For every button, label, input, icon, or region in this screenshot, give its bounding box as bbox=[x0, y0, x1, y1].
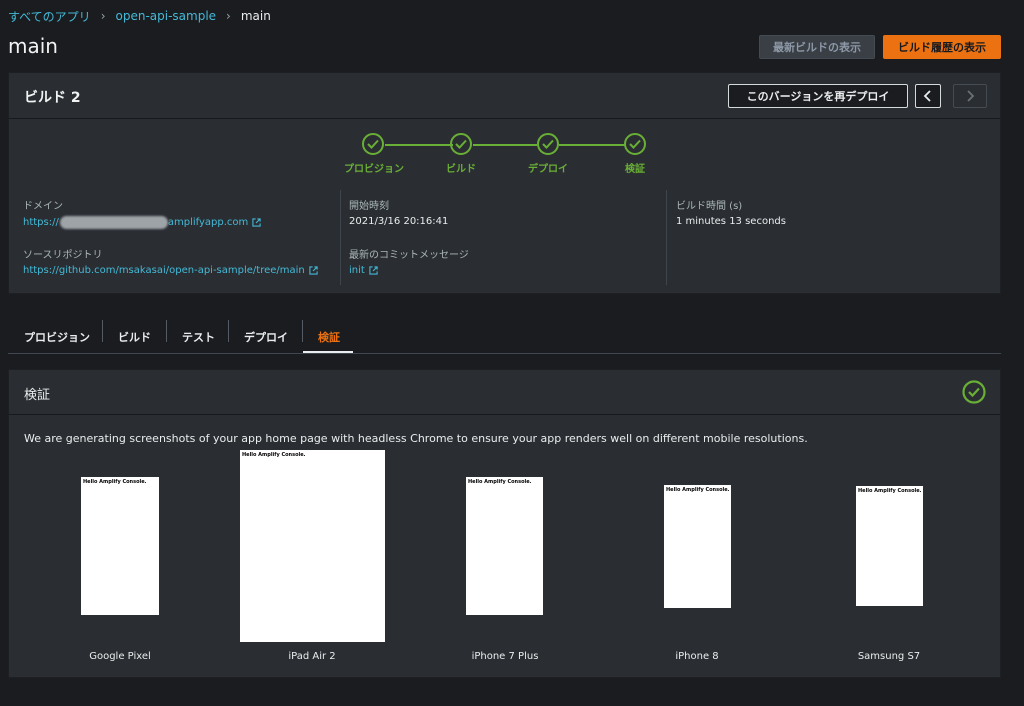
redacted-domain bbox=[59, 216, 168, 229]
screenshot-samsung-s7[interactable]: Hello Amplify Console. bbox=[856, 486, 923, 606]
build-phase-tabs: プロビジョン ビルド テスト デプロイ 検証 bbox=[8, 320, 1001, 354]
next-build-button[interactable] bbox=[953, 84, 987, 108]
screenshot-text: Hello Amplify Console. bbox=[468, 479, 532, 485]
tab-deploy[interactable]: デプロイ bbox=[244, 320, 288, 353]
repo-url: https://github.com/msakasai/open-api-sam… bbox=[23, 265, 305, 276]
screenshot-text: Hello Amplify Console. bbox=[666, 487, 730, 493]
commit-message: init bbox=[349, 265, 365, 276]
step-connector bbox=[559, 144, 625, 146]
repo-label: ソースリポジトリ bbox=[23, 250, 103, 261]
domain-suffix: amplifyapp.com bbox=[167, 217, 249, 228]
step-label-deploy: デプロイ bbox=[528, 164, 568, 175]
breadcrumb-app[interactable]: open-api-sample bbox=[116, 9, 217, 23]
commit-label: 最新のコミットメッセージ bbox=[349, 250, 469, 261]
step-label-build: ビルド bbox=[446, 164, 476, 175]
external-link-icon bbox=[369, 266, 378, 275]
tab-build[interactable]: ビルド bbox=[118, 320, 151, 353]
column-divider bbox=[340, 190, 341, 285]
chevron-right-icon bbox=[967, 90, 975, 102]
column-divider bbox=[666, 190, 667, 285]
domain-link[interactable]: https:// amplifyapp.com bbox=[23, 216, 261, 229]
screenshot-iphone-7-plus[interactable]: Hello Amplify Console. bbox=[466, 477, 543, 615]
previous-build-button[interactable] bbox=[915, 84, 941, 108]
build-panel: ビルド 2 このバージョンを再デプロイ プロビジョン ビルド デプロイ 検証 ド… bbox=[8, 72, 1001, 294]
verify-panel: 検証 We are generating screenshots of your… bbox=[8, 369, 1001, 678]
device-name-iphone-7-plus: iPhone 7 Plus bbox=[471, 651, 539, 662]
commit-link[interactable]: init bbox=[349, 265, 378, 276]
verify-description: We are generating screenshots of your ap… bbox=[24, 432, 808, 445]
step-label-verify: 検証 bbox=[625, 164, 645, 175]
build-duration-label: ビルド時間 (s) bbox=[676, 201, 743, 212]
build-panel-header: ビルド 2 このバージョンを再デプロイ bbox=[9, 73, 1000, 119]
active-tab-indicator bbox=[303, 351, 353, 353]
screenshot-iphone-8[interactable]: Hello Amplify Console. bbox=[664, 485, 731, 608]
step-provision-check-icon bbox=[362, 133, 384, 155]
breadcrumb-all-apps[interactable]: すべてのアプリ bbox=[8, 8, 91, 25]
tab-divider bbox=[228, 320, 229, 342]
domain-prefix: https:// bbox=[23, 217, 59, 228]
success-check-icon bbox=[962, 380, 986, 404]
device-name-iphone-8: iPhone 8 bbox=[675, 651, 719, 662]
tab-divider bbox=[302, 320, 303, 342]
screenshot-text: Hello Amplify Console. bbox=[858, 488, 922, 494]
screenshot-text: Hello Amplify Console. bbox=[83, 479, 147, 485]
breadcrumb-branch: main bbox=[240, 9, 271, 23]
step-build-check-icon bbox=[450, 133, 472, 155]
chevron-right-icon: › bbox=[226, 9, 231, 23]
start-time-label: 開始時刻 bbox=[349, 201, 389, 212]
device-name-ipad-air-2: iPad Air 2 bbox=[288, 651, 336, 662]
tab-provision[interactable]: プロビジョン bbox=[24, 320, 90, 353]
tab-divider bbox=[102, 320, 103, 342]
repo-link[interactable]: https://github.com/msakasai/open-api-sam… bbox=[23, 265, 318, 276]
device-name-google-pixel: Google Pixel bbox=[89, 651, 151, 662]
external-link-icon bbox=[252, 218, 261, 227]
verify-title: 検証 bbox=[24, 388, 51, 403]
breadcrumb: すべてのアプリ › open-api-sample › main bbox=[8, 8, 271, 24]
screenshot-text: Hello Amplify Console. bbox=[242, 452, 306, 458]
domain-label: ドメイン bbox=[23, 201, 63, 212]
step-label-provision: プロビジョン bbox=[344, 164, 404, 175]
step-connector bbox=[473, 144, 537, 146]
build-history-button[interactable]: ビルド履歴の表示 bbox=[883, 35, 1001, 59]
build-title: ビルド 2 bbox=[24, 90, 81, 106]
step-deploy-check-icon bbox=[537, 133, 559, 155]
step-verify-check-icon bbox=[624, 133, 646, 155]
build-duration-value: 1 minutes 13 seconds bbox=[676, 216, 786, 227]
device-name-samsung-s7: Samsung S7 bbox=[857, 651, 921, 662]
start-time-value: 2021/3/16 20:16:41 bbox=[349, 216, 449, 227]
chevron-right-icon: › bbox=[100, 9, 106, 23]
redeploy-button[interactable]: このバージョンを再デプロイ bbox=[728, 84, 908, 108]
latest-build-button[interactable]: 最新ビルドの表示 bbox=[759, 35, 875, 59]
chevron-left-icon bbox=[923, 90, 931, 102]
verify-panel-header: 検証 bbox=[9, 370, 1000, 415]
tab-divider bbox=[166, 320, 167, 342]
external-link-icon bbox=[309, 266, 318, 275]
page-title: main bbox=[8, 34, 58, 58]
tab-verify[interactable]: 検証 bbox=[318, 320, 340, 353]
screenshot-ipad-air-2[interactable]: Hello Amplify Console. bbox=[240, 450, 385, 642]
tab-test[interactable]: テスト bbox=[182, 320, 215, 353]
screenshot-google-pixel[interactable]: Hello Amplify Console. bbox=[81, 477, 159, 615]
step-connector bbox=[385, 144, 453, 146]
